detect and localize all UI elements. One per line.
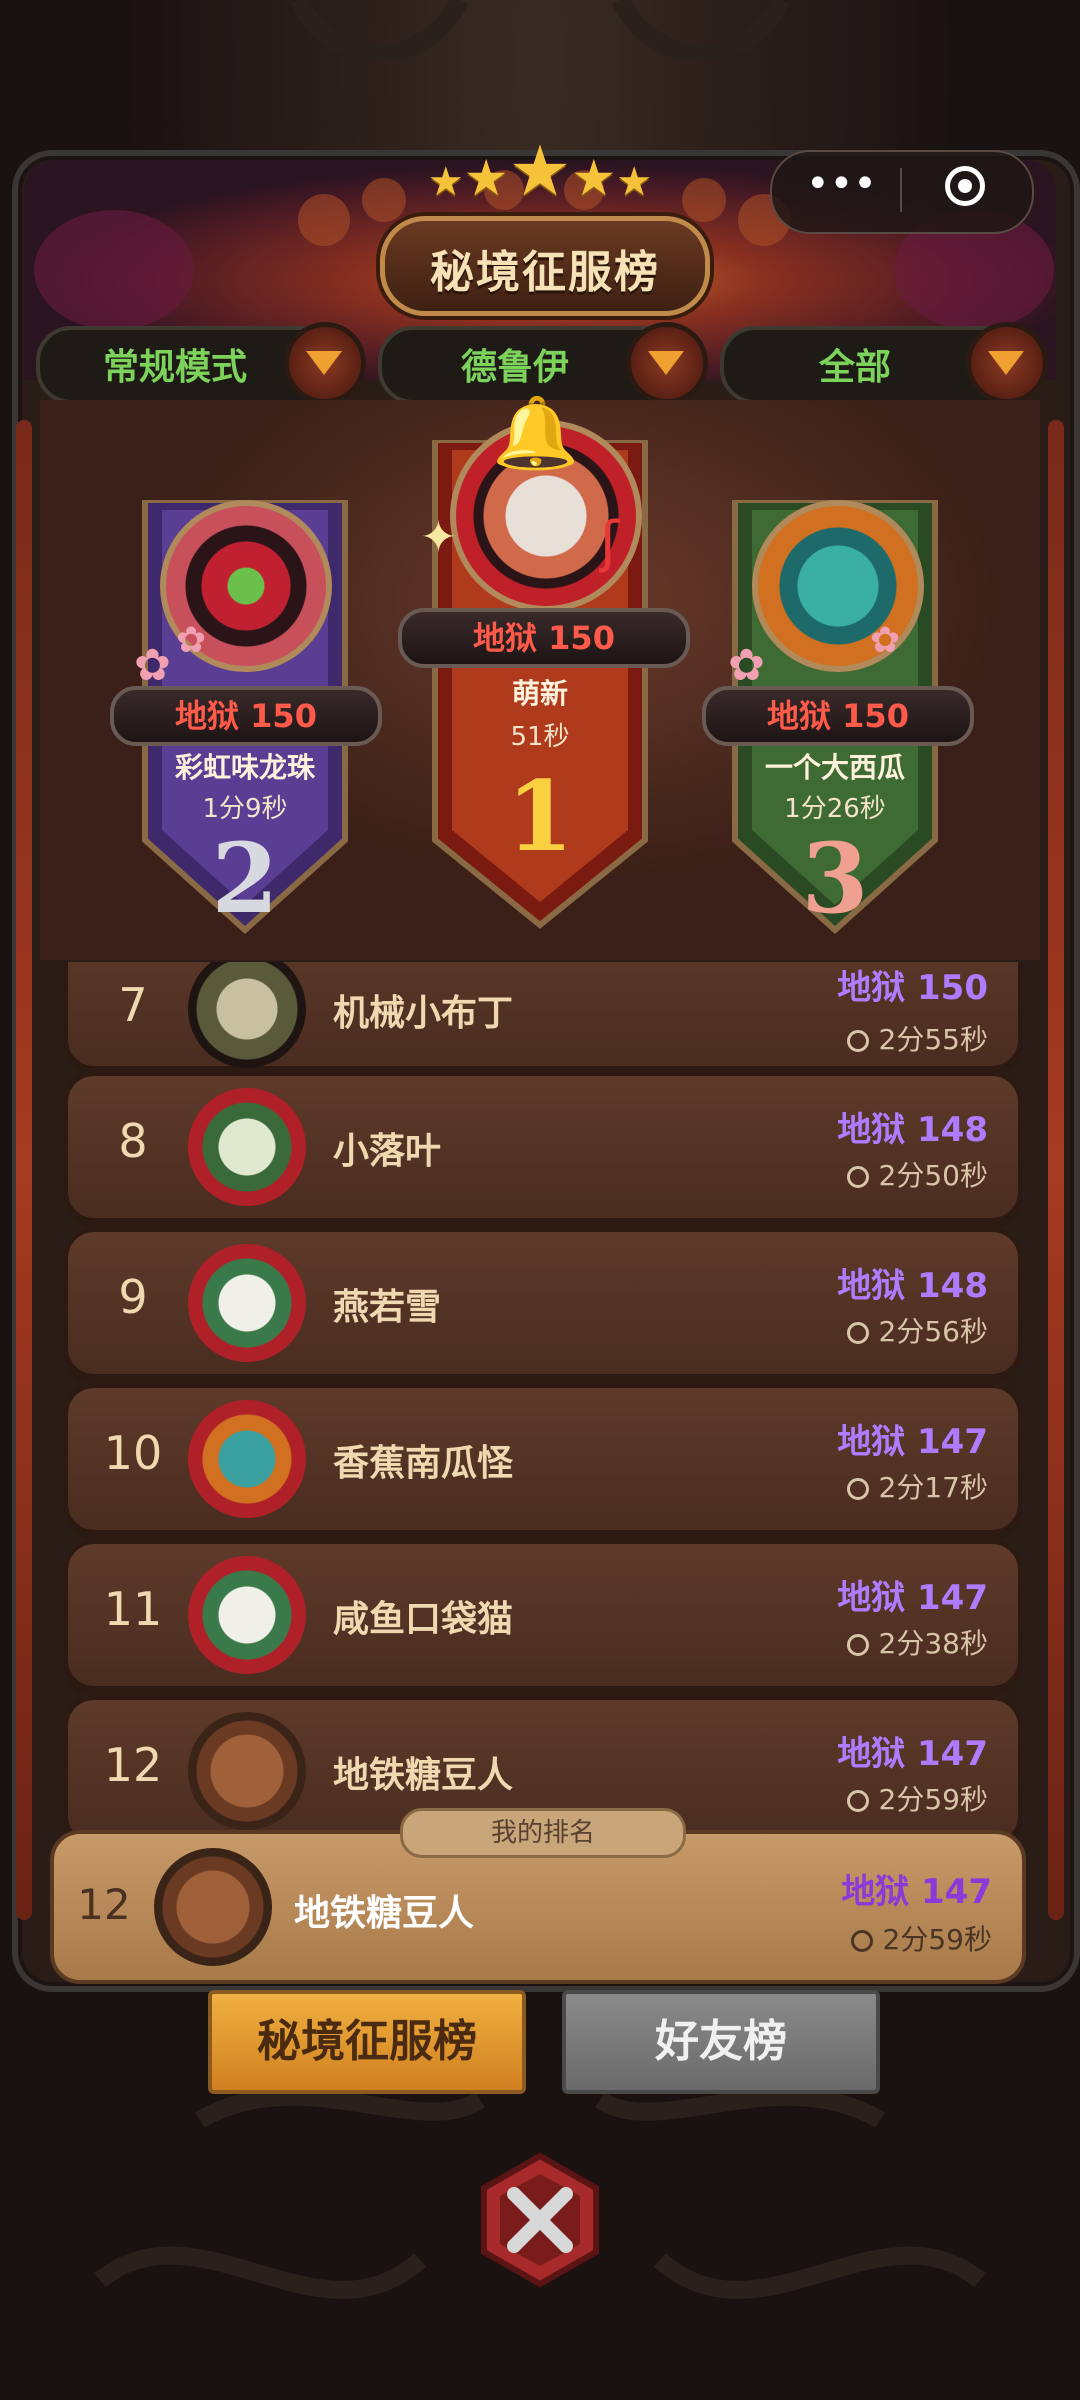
close-miniprogram-icon[interactable] <box>945 166 985 206</box>
star-icon: ★ <box>571 149 617 207</box>
right-rail <box>1048 420 1064 1920</box>
mode-filter-label: 常规模式 <box>102 347 247 388</box>
star-icon: ★ <box>427 159 464 205</box>
second-place-rank: 2 <box>211 822 279 935</box>
player-avatar <box>188 1088 306 1206</box>
class-filter-label: 德鲁伊 <box>460 347 569 388</box>
list-item[interactable]: 11 咸鱼口袋猫 地狱 147 2分38秒 <box>64 1540 1022 1690</box>
rank-number: 11 <box>103 1582 163 1636</box>
chevron-down-icon <box>306 351 342 375</box>
third-place-time: 1分26秒 <box>784 794 886 824</box>
flower-icon: ✿ <box>728 640 765 691</box>
list-item[interactable]: 9 燕若雪 地狱 148 2分56秒 <box>64 1228 1022 1378</box>
player-avatar <box>188 1556 306 1674</box>
list-item[interactable]: 8 小落叶 地狱 148 2分50秒 <box>64 1072 1022 1222</box>
second-place-name: 彩虹味龙珠 <box>174 751 315 784</box>
player-name: 燕若雪 <box>333 1287 442 1328</box>
first-place-name: 萌新 <box>511 677 568 710</box>
player-level: 地狱 148 <box>837 1110 988 1150</box>
player-time: 2分38秒 <box>846 1622 988 1662</box>
player-avatar <box>188 1400 306 1518</box>
scope-dropdown-button[interactable] <box>966 322 1048 404</box>
player-time: 2分59秒 <box>846 1778 988 1818</box>
third-place-rank: 3 <box>801 822 869 935</box>
star-icon: ★ <box>616 159 653 205</box>
rank-number: 7 <box>118 978 148 1032</box>
rating-stars: ★★★★★ <box>400 130 680 212</box>
player-name: 地铁糖豆人 <box>333 1755 514 1796</box>
class-dropdown-button[interactable] <box>626 322 708 404</box>
my-level: 地狱 147 <box>841 1872 992 1912</box>
bell-icon: 🔔 <box>492 392 580 474</box>
flower-icon: ✿ <box>870 620 901 661</box>
first-place-rank: 1 <box>506 760 574 873</box>
my-rank-number: 12 <box>77 1880 131 1929</box>
player-time: 2分56秒 <box>846 1310 988 1350</box>
clock-icon <box>846 1030 869 1052</box>
player-level: 地狱 147 <box>837 1422 988 1462</box>
rank-number: 12 <box>103 1738 163 1792</box>
third-place-level: 地狱 150 <box>702 686 974 746</box>
chevron-down-icon <box>988 351 1024 375</box>
flower-icon: ✿ <box>134 640 171 691</box>
player-name: 机械小布丁 <box>333 993 514 1034</box>
mode-dropdown-button[interactable] <box>284 322 366 404</box>
rank-number: 8 <box>118 1114 148 1168</box>
chevron-down-icon <box>648 351 684 375</box>
close-button[interactable] <box>470 2150 610 2290</box>
player-name: 小落叶 <box>333 1131 442 1172</box>
star-icon: ★ <box>508 130 572 212</box>
my-rank-tag: 我的排名 <box>400 1808 686 1858</box>
player-name: 香蕉南瓜怪 <box>333 1443 514 1484</box>
first-place-level: 地狱 150 <box>398 608 690 668</box>
player-name: 咸鱼口袋猫 <box>333 1599 514 1640</box>
clock-icon <box>846 1634 869 1656</box>
my-avatar <box>154 1848 272 1966</box>
page-title: 秘境征服榜 <box>430 247 660 298</box>
player-time: 2分55秒 <box>846 1018 988 1058</box>
clock-icon <box>846 1790 869 1812</box>
list-item[interactable]: 7 机械小布丁 地狱 150 2分55秒 <box>64 962 1022 1070</box>
capsule-divider <box>900 168 902 212</box>
first-place-time: 51秒 <box>510 722 570 752</box>
second-place-time: 1分9秒 <box>202 794 288 824</box>
second-place-level: 地狱 150 <box>110 686 382 746</box>
clock-icon <box>846 1478 869 1500</box>
sparkle-icon: ✦ <box>420 512 457 563</box>
list-item[interactable]: 10 香蕉南瓜怪 地狱 147 2分17秒 <box>64 1384 1022 1534</box>
clock-icon <box>850 1930 873 1952</box>
scope-filter-label: 全部 <box>818 347 891 388</box>
third-place-name: 一个大西瓜 <box>764 751 905 784</box>
star-icon: ★ <box>463 149 509 207</box>
player-level: 地狱 147 <box>837 1578 988 1618</box>
left-rail <box>16 420 32 1920</box>
candy-cane-icon: ʃ <box>600 510 619 575</box>
clock-icon <box>846 1322 869 1344</box>
player-level: 地狱 148 <box>837 1266 988 1306</box>
player-avatar <box>188 962 306 1068</box>
player-time: 2分50秒 <box>846 1154 988 1194</box>
clock-icon <box>846 1166 869 1188</box>
my-time: 2分59秒 <box>850 1918 992 1958</box>
my-name: 地铁糖豆人 <box>294 1893 475 1934</box>
player-avatar <box>188 1712 306 1830</box>
player-level: 地狱 150 <box>837 968 988 1008</box>
more-icon[interactable]: ••• <box>806 164 877 204</box>
tab-friends-board[interactable]: 好友榜 <box>562 1990 880 2094</box>
player-level: 地狱 147 <box>837 1734 988 1774</box>
player-time: 2分17秒 <box>846 1466 988 1506</box>
player-avatar <box>188 1244 306 1362</box>
flower-icon: ✿ <box>176 620 207 661</box>
rank-number: 10 <box>103 1426 163 1480</box>
rank-number: 9 <box>118 1270 148 1324</box>
tab-conquest-board[interactable]: 秘境征服榜 <box>208 1990 526 2094</box>
